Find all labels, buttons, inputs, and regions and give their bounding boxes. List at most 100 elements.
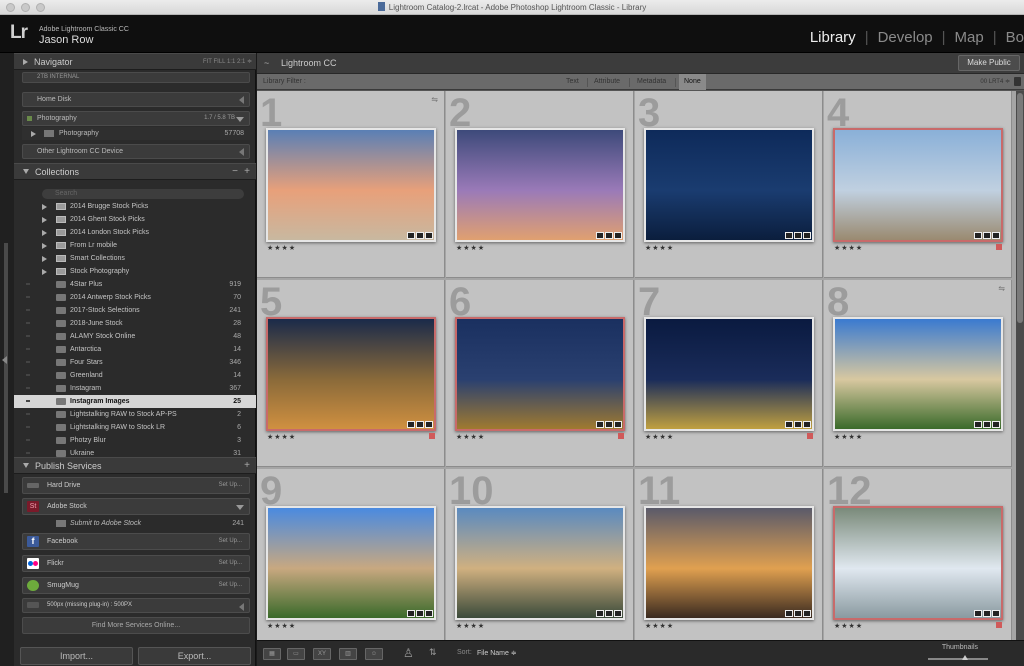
disclosure-icon[interactable] — [42, 243, 47, 249]
keyword-badge-icon[interactable] — [974, 232, 982, 239]
filter-none[interactable]: None — [679, 74, 706, 90]
photo-cell[interactable]: 8 ⇋ ★★★★ — [824, 280, 1012, 467]
star-rating[interactable]: ★★★★ — [456, 622, 485, 630]
target-checkbox[interactable] — [26, 361, 30, 363]
photo-cell[interactable]: 9 ★★★★ — [257, 469, 445, 640]
publish-facebook[interactable]: f Facebook Set Up... — [22, 533, 250, 550]
photo-cell[interactable]: 1 ⇋ ★★★★ — [257, 91, 445, 278]
keyword-badge-icon[interactable] — [785, 421, 793, 428]
export-button[interactable]: Export... — [138, 647, 251, 665]
edit-badge-icon[interactable] — [803, 421, 811, 428]
navigator-header[interactable]: Navigator FIT FILL 1:1 2:1 ≑ — [14, 53, 256, 70]
remove-collection-icon[interactable]: − — [232, 164, 238, 180]
photo-thumbnail[interactable] — [455, 128, 625, 242]
keyword-badge-icon[interactable] — [596, 232, 604, 239]
filter-text[interactable]: Text — [566, 74, 579, 90]
panel-scrollbar[interactable] — [4, 243, 8, 493]
photo-cell[interactable]: 11 ★★★★ — [635, 469, 823, 640]
target-checkbox[interactable] — [26, 400, 30, 402]
collection-item[interactable]: Instagram Images 25 — [14, 395, 256, 408]
target-checkbox[interactable] — [26, 374, 30, 376]
edit-badge-icon[interactable] — [614, 421, 622, 428]
publish-services-header[interactable]: Publish Services + — [14, 457, 256, 474]
make-public-button[interactable]: Make Public — [958, 55, 1020, 71]
disclosure-icon[interactable] — [42, 230, 47, 236]
collection-badge-icon[interactable] — [983, 232, 991, 239]
navigator-zoom-modes[interactable]: FIT FILL 1:1 2:1 ≑ — [203, 54, 252, 70]
edit-badge-icon[interactable] — [992, 610, 1000, 617]
grid-view-icon[interactable]: ▦ — [263, 648, 281, 660]
star-rating[interactable]: ★★★★ — [645, 433, 674, 441]
keyword-badge-icon[interactable] — [974, 610, 982, 617]
slider-handle[interactable] — [962, 655, 968, 660]
volume-other-device[interactable]: Other Lightroom CC Device — [22, 144, 250, 159]
target-checkbox[interactable] — [26, 296, 30, 298]
photo-thumbnail[interactable] — [833, 128, 1003, 242]
photo-cell[interactable]: 7 ★★★★ — [635, 280, 823, 467]
keyword-badge-icon[interactable] — [785, 232, 793, 239]
color-label-red[interactable] — [618, 433, 624, 439]
collection-badge-icon[interactable] — [416, 610, 424, 617]
setup-link[interactable]: Set Up... — [219, 478, 242, 493]
photo-cell[interactable]: 4 ★★★★ — [824, 91, 1012, 278]
disclosure-icon[interactable] — [42, 204, 47, 210]
publish-adobe-stock[interactable]: St Adobe Stock — [22, 498, 250, 515]
photo-thumbnail[interactable] — [455, 317, 625, 431]
sort-direction-icon[interactable]: ⇅ — [429, 647, 437, 658]
collection-search-input[interactable]: Search — [42, 189, 244, 199]
folder-photography[interactable]: Photography 57708 — [22, 127, 250, 140]
edit-badge-icon[interactable] — [425, 232, 433, 239]
collection-item[interactable]: 2014 Brugge Stock Picks — [14, 200, 256, 213]
setup-link[interactable]: Set Up... — [219, 578, 242, 593]
volume-internal[interactable]: 2TB INTERNAL — [22, 72, 250, 83]
photo-cell[interactable]: 3 ★★★★ — [635, 91, 823, 278]
collection-item[interactable]: Photzy Blur 3 — [14, 434, 256, 447]
collection-item[interactable]: 2017-Stock Selections 241 — [14, 304, 256, 317]
collection-badge-icon[interactable] — [416, 232, 424, 239]
collection-badge-icon[interactable] — [605, 610, 613, 617]
edit-badge-icon[interactable] — [425, 421, 433, 428]
color-label-red[interactable] — [996, 244, 1002, 250]
color-label-red[interactable] — [807, 433, 813, 439]
photo-thumbnail[interactable] — [455, 506, 625, 620]
photo-thumbnail[interactable] — [644, 317, 814, 431]
collection-item[interactable]: Greenland 14 — [14, 369, 256, 382]
volume-home[interactable]: Home Disk — [22, 92, 250, 107]
photo-cell[interactable]: 2 ★★★★ — [446, 91, 634, 278]
window-controls[interactable] — [6, 3, 45, 12]
flag-icon[interactable]: ⇋ — [998, 284, 1005, 293]
color-label-red[interactable] — [996, 622, 1002, 628]
target-checkbox[interactable] — [26, 348, 30, 350]
collection-badge-icon[interactable] — [983, 421, 991, 428]
add-publish-service-icon[interactable]: + — [244, 458, 250, 474]
collection-badge-icon[interactable] — [794, 610, 802, 617]
target-checkbox[interactable] — [26, 413, 30, 415]
photo-thumbnail[interactable] — [833, 317, 1003, 431]
collection-badge-icon[interactable] — [794, 421, 802, 428]
star-rating[interactable]: ★★★★ — [645, 244, 674, 252]
star-rating[interactable]: ★★★★ — [834, 622, 863, 630]
collection-item[interactable]: 4Star Plus 919 — [14, 278, 256, 291]
collection-item[interactable]: 2014 London Stock Picks — [14, 226, 256, 239]
volume-photography[interactable]: Photography 1.7 / 5.8 TB — [22, 111, 250, 126]
collection-item[interactable]: ALAMY Stock Online 48 — [14, 330, 256, 343]
import-button[interactable]: Import... — [20, 647, 133, 665]
grid-scrollbar[interactable] — [1016, 91, 1024, 640]
collection-item[interactable]: From Lr mobile — [14, 239, 256, 252]
edit-badge-icon[interactable] — [803, 610, 811, 617]
loupe-view-icon[interactable]: ▭ — [287, 648, 305, 660]
setup-link[interactable]: Set Up... — [219, 556, 242, 571]
keyword-badge-icon[interactable] — [407, 232, 415, 239]
photo-thumbnail[interactable] — [833, 506, 1003, 620]
collection-search[interactable]: Search — [14, 187, 256, 200]
star-rating[interactable]: ★★★★ — [456, 244, 485, 252]
scroll-thumb[interactable] — [1017, 93, 1023, 323]
lock-icon[interactable] — [1014, 77, 1021, 86]
color-label-red[interactable] — [429, 433, 435, 439]
collection-item[interactable]: Antarctica 14 — [14, 343, 256, 356]
sort-select[interactable]: File Name ≑ — [477, 649, 517, 657]
disclosure-icon[interactable] — [42, 269, 47, 275]
thumbnail-size-slider[interactable] — [928, 655, 988, 660]
publish-hard-drive[interactable]: Hard Drive Set Up... — [22, 477, 250, 494]
target-checkbox[interactable] — [26, 439, 30, 441]
